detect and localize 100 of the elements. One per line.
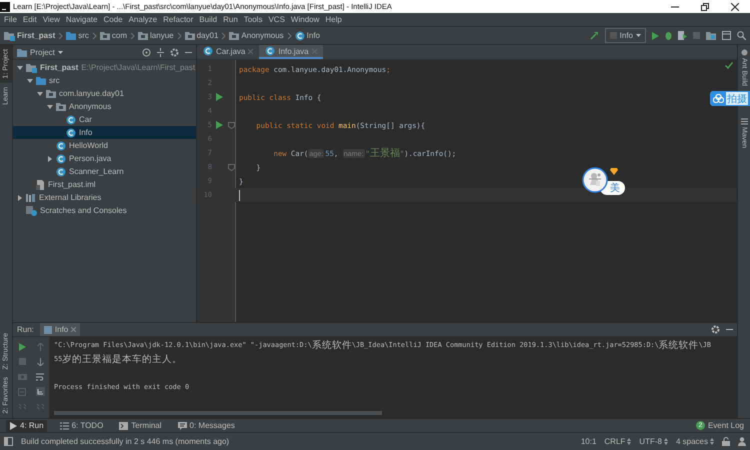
menu-item[interactable]: Refactor [163,15,194,24]
run-icon[interactable] [216,121,222,129]
tree-path: E:\Project\Java\Learn\First_past [81,63,196,72]
tool-window-button[interactable]: 4: Run [6,420,47,432]
status-widget[interactable]: CRLF [604,437,626,446]
expanded-arrow-icon[interactable] [16,66,22,70]
tree-row[interactable]: Person.java [13,152,196,165]
editor-tab[interactable]: Info.java [259,45,323,59]
menu-item[interactable]: Code [103,15,123,24]
project-folder-icon [4,30,15,40]
class-icon [56,140,66,150]
source-folder-icon [36,76,46,85]
locate-icon[interactable] [142,48,151,56]
breadcrumb-item[interactable]: Info [306,31,320,40]
wrap-icon[interactable] [36,372,44,380]
down-arrow-icon[interactable] [36,358,44,366]
menu-item[interactable]: VCS [268,15,285,24]
menu-item[interactable]: Build [199,15,218,24]
person-icon[interactable] [738,437,746,446]
package-icon [138,31,148,40]
rerun-icon[interactable] [18,342,26,350]
tree-label: Scanner_Learn [69,167,124,176]
breadcrumb-item[interactable]: Anonymous [241,31,284,40]
breadcrumb-item[interactable]: day01 [196,31,218,40]
class-icon [66,114,76,124]
event-log-button[interactable]: Event Log [708,421,744,430]
run-icon[interactable] [216,93,222,101]
cursor-position[interactable]: 10:1 [580,437,596,446]
scroll-end-icon[interactable] [36,387,44,396]
class-icon [66,128,76,138]
status-widget[interactable]: UTF-8 [639,437,662,446]
lock-icon[interactable] [722,437,730,446]
expanded-arrow-icon[interactable] [46,104,52,108]
tool-window-button[interactable]: Terminal [116,420,165,432]
gem-icon [610,168,618,175]
maven-icon [740,118,748,126]
tree-row[interactable]: First_past.iml [13,178,196,191]
tree-row[interactable]: Anonymous [13,100,196,113]
editor-tab[interactable]: Car.java [197,45,260,59]
collapsed-arrow-icon[interactable] [18,194,22,200]
settings-icon[interactable] [711,325,720,334]
class-icon [203,46,213,56]
menu-item[interactable]: Window [290,15,320,24]
run-icon[interactable] [652,32,659,40]
tree-label: Anonymous [69,102,112,111]
minimize-icon[interactable] [726,326,733,333]
scrollbar[interactable] [54,411,382,415]
expanded-arrow-icon[interactable] [26,78,32,82]
menu-item[interactable]: File [4,15,17,24]
config-icon [610,32,617,39]
breadcrumb-item[interactable]: src [78,31,89,40]
run-config-dropdown[interactable]: Info [604,28,646,43]
folder-icon[interactable] [706,31,716,40]
breadcrumb-item[interactable]: lanyue [150,31,174,40]
caret-icon [636,34,641,37]
tree-row[interactable]: Car [13,113,196,126]
menu-item[interactable]: Navigate [66,15,98,24]
hammer-icon[interactable] [590,31,599,40]
chevron-icon [58,32,64,40]
tool-window-button[interactable]: 0: Messages [174,420,238,432]
search-icon[interactable] [737,31,746,40]
share-badge[interactable]: 拍摄 [710,91,750,106]
class-icon [294,30,305,40]
breadcrumb-item[interactable]: First_past [17,31,56,40]
window-icon[interactable] [722,31,731,40]
menu-item[interactable]: Help [325,15,342,24]
expanded-arrow-icon[interactable] [36,92,42,96]
menu-item[interactable]: View [42,15,60,24]
updown-icon [664,438,668,445]
tool-window-button[interactable]: 6: TODO [56,420,106,432]
project-icon [17,48,27,56]
panel-title[interactable]: Project [30,48,55,56]
menu-item[interactable]: Tools [244,15,262,24]
tree-row[interactable]: HelloWorld [13,139,196,152]
library-icon [26,192,36,202]
breadcrumb-item[interactable]: com [112,31,128,40]
panel-toggle-icon[interactable] [4,437,13,446]
settings-icon[interactable] [170,48,179,56]
bug-icon[interactable] [665,31,672,40]
coverage-icon[interactable] [678,31,687,40]
tree-row[interactable]: com.lanyue.day01 [13,87,196,100]
tree-row[interactable]: src [13,74,196,87]
menu-item[interactable]: Analyze [128,15,158,24]
tree-label: src [49,76,60,85]
run-tab[interactable]: Info [40,323,80,336]
tree-row[interactable]: First_past E:\Project\Java\Learn\First_past [13,61,196,74]
menu-item[interactable]: Edit [22,15,37,24]
tree-row[interactable]: Scanner_Learn [13,165,196,178]
package-icon [100,31,110,40]
tree-row[interactable]: Scratches and Consoles [13,204,196,217]
collapsed-arrow-icon[interactable] [48,156,52,162]
status-widget[interactable]: 4 spaces [676,437,708,446]
tree-row[interactable]: External Libraries [13,191,196,204]
menu-item[interactable]: Run [223,15,238,24]
tree-label: com.lanyue.day01 [59,89,124,98]
updown-icon [710,438,714,445]
collapse-icon[interactable] [157,48,164,56]
class-icon [56,154,66,164]
tree-row[interactable]: Info [13,126,196,139]
file-icon [36,180,45,190]
